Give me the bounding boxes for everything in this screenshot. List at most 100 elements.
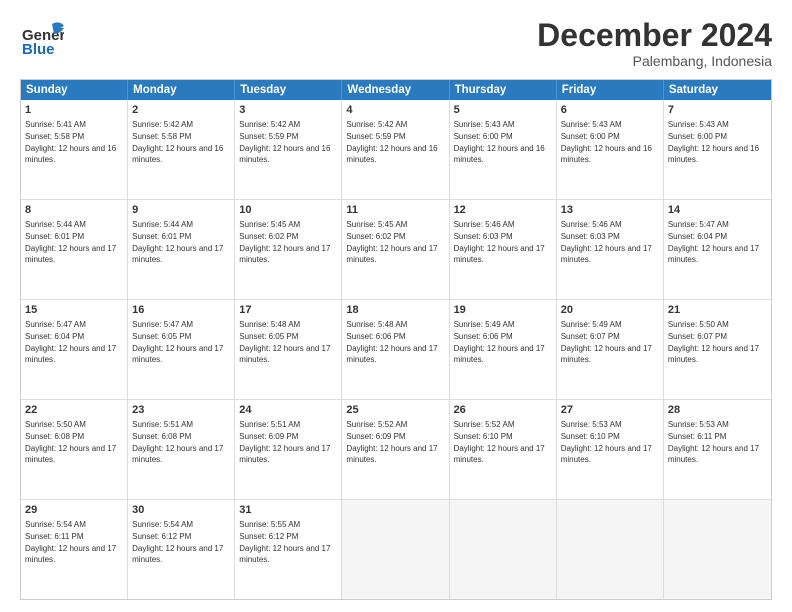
calendar-cell: 18Sunrise: 5:48 AM Sunset: 6:06 PM Dayli… bbox=[342, 300, 449, 399]
cell-info: Sunrise: 5:42 AM Sunset: 5:59 PM Dayligh… bbox=[346, 120, 437, 164]
weekday-header-tuesday: Tuesday bbox=[235, 80, 342, 100]
calendar-cell: 3Sunrise: 5:42 AM Sunset: 5:59 PM Daylig… bbox=[235, 100, 342, 199]
calendar-cell: 23Sunrise: 5:51 AM Sunset: 6:08 PM Dayli… bbox=[128, 400, 235, 499]
cell-info: Sunrise: 5:55 AM Sunset: 6:12 PM Dayligh… bbox=[239, 520, 330, 564]
day-number: 31 bbox=[239, 503, 337, 518]
calendar-week-2: 8 Sunrise: 5:44 AM Sunset: 6:01 PM Daylig… bbox=[21, 199, 771, 299]
logo: General Blue bbox=[20, 18, 64, 67]
day-number: 10 bbox=[239, 203, 337, 218]
month-title: December 2024 bbox=[537, 18, 772, 53]
day-number: 21 bbox=[668, 303, 767, 318]
day-number: 12 bbox=[454, 203, 552, 218]
day-number: 28 bbox=[668, 403, 767, 418]
calendar-cell bbox=[664, 500, 771, 599]
calendar-cell: 4 Sunrise: 5:42 AM Sunset: 5:59 PM Daylig… bbox=[342, 100, 449, 199]
weekday-header-wednesday: Wednesday bbox=[342, 80, 449, 100]
calendar-cell: 22 Sunrise: 5:50 AM Sunset: 6:08 PM Dayli… bbox=[21, 400, 128, 499]
day-number: 29 bbox=[25, 503, 123, 518]
calendar-cell: 12Sunrise: 5:46 AM Sunset: 6:03 PM Dayli… bbox=[450, 200, 557, 299]
calendar-cell: 28Sunrise: 5:53 AM Sunset: 6:11 PM Dayli… bbox=[664, 400, 771, 499]
cell-info: Sunrise: 5:44 AM Sunset: 6:01 PM Dayligh… bbox=[132, 220, 223, 264]
cell-info: Sunrise: 5:45 AM Sunset: 6:02 PM Dayligh… bbox=[346, 220, 437, 264]
cell-info: Sunrise: 5:47 AM Sunset: 6:04 PM Dayligh… bbox=[25, 320, 116, 364]
calendar-cell: 24Sunrise: 5:51 AM Sunset: 6:09 PM Dayli… bbox=[235, 400, 342, 499]
weekday-header-monday: Monday bbox=[128, 80, 235, 100]
calendar-cell: 31 Sunrise: 5:55 AM Sunset: 6:12 PM Dayli… bbox=[235, 500, 342, 599]
calendar-page: General Blue December 2024 Palembang, In… bbox=[0, 0, 792, 612]
weekday-header-sunday: Sunday bbox=[21, 80, 128, 100]
cell-info: Sunrise: 5:43 AM Sunset: 6:00 PM Dayligh… bbox=[454, 120, 545, 164]
calendar-cell: 8 Sunrise: 5:44 AM Sunset: 6:01 PM Daylig… bbox=[21, 200, 128, 299]
day-number: 1 bbox=[25, 103, 123, 118]
day-number: 8 bbox=[25, 203, 123, 218]
calendar-cell: 21 Sunrise: 5:50 AM Sunset: 6:07 PM Dayli… bbox=[664, 300, 771, 399]
cell-info: Sunrise: 5:48 AM Sunset: 6:05 PM Dayligh… bbox=[239, 320, 330, 364]
weekday-header-saturday: Saturday bbox=[664, 80, 771, 100]
calendar-cell bbox=[342, 500, 449, 599]
calendar: SundayMondayTuesdayWednesdayThursdayFrid… bbox=[20, 79, 772, 600]
calendar-cell: 6Sunrise: 5:43 AM Sunset: 6:00 PM Daylig… bbox=[557, 100, 664, 199]
calendar-cell: 29 Sunrise: 5:54 AM Sunset: 6:11 PM Dayli… bbox=[21, 500, 128, 599]
calendar-cell: 27Sunrise: 5:53 AM Sunset: 6:10 PM Dayli… bbox=[557, 400, 664, 499]
day-number: 27 bbox=[561, 403, 659, 418]
logo-icon: General Blue bbox=[20, 18, 64, 62]
calendar-cell: 26 Sunrise: 5:52 AM Sunset: 6:10 PM Dayli… bbox=[450, 400, 557, 499]
cell-info: Sunrise: 5:51 AM Sunset: 6:08 PM Dayligh… bbox=[132, 420, 223, 464]
day-number: 22 bbox=[25, 403, 123, 418]
day-number: 16 bbox=[132, 303, 230, 318]
calendar-cell: 17 Sunrise: 5:48 AM Sunset: 6:05 PM Dayli… bbox=[235, 300, 342, 399]
day-number: 2 bbox=[132, 103, 230, 118]
calendar-body: 1 Sunrise: 5:41 AM Sunset: 5:58 PM Daylig… bbox=[21, 100, 771, 599]
day-number: 13 bbox=[561, 203, 659, 218]
calendar-cell: 20 Sunrise: 5:49 AM Sunset: 6:07 PM Dayli… bbox=[557, 300, 664, 399]
weekday-header-friday: Friday bbox=[557, 80, 664, 100]
day-number: 17 bbox=[239, 303, 337, 318]
calendar-cell: 2Sunrise: 5:42 AM Sunset: 5:58 PM Daylig… bbox=[128, 100, 235, 199]
day-number: 4 bbox=[346, 103, 444, 118]
day-number: 14 bbox=[668, 203, 767, 218]
cell-info: Sunrise: 5:41 AM Sunset: 5:58 PM Dayligh… bbox=[25, 120, 116, 164]
calendar-cell: 25 Sunrise: 5:52 AM Sunset: 6:09 PM Dayli… bbox=[342, 400, 449, 499]
day-number: 24 bbox=[239, 403, 337, 418]
day-number: 20 bbox=[561, 303, 659, 318]
cell-info: Sunrise: 5:49 AM Sunset: 6:06 PM Dayligh… bbox=[454, 320, 545, 364]
day-number: 15 bbox=[25, 303, 123, 318]
day-number: 30 bbox=[132, 503, 230, 518]
calendar-cell: 10 Sunrise: 5:45 AM Sunset: 6:02 PM Dayli… bbox=[235, 200, 342, 299]
calendar-cell: 7 Sunrise: 5:43 AM Sunset: 6:00 PM Daylig… bbox=[664, 100, 771, 199]
calendar-cell: 5 Sunrise: 5:43 AM Sunset: 6:00 PM Daylig… bbox=[450, 100, 557, 199]
day-number: 9 bbox=[132, 203, 230, 218]
calendar-cell: 9 Sunrise: 5:44 AM Sunset: 6:01 PM Daylig… bbox=[128, 200, 235, 299]
cell-info: Sunrise: 5:45 AM Sunset: 6:02 PM Dayligh… bbox=[239, 220, 330, 264]
day-number: 7 bbox=[668, 103, 767, 118]
cell-info: Sunrise: 5:54 AM Sunset: 6:11 PM Dayligh… bbox=[25, 520, 116, 564]
day-number: 18 bbox=[346, 303, 444, 318]
calendar-cell: 19 Sunrise: 5:49 AM Sunset: 6:06 PM Dayli… bbox=[450, 300, 557, 399]
calendar-cell: 15 Sunrise: 5:47 AM Sunset: 6:04 PM Dayli… bbox=[21, 300, 128, 399]
calendar-header: SundayMondayTuesdayWednesdayThursdayFrid… bbox=[21, 80, 771, 100]
calendar-week-1: 1 Sunrise: 5:41 AM Sunset: 5:58 PM Daylig… bbox=[21, 100, 771, 199]
cell-info: Sunrise: 5:49 AM Sunset: 6:07 PM Dayligh… bbox=[561, 320, 652, 364]
cell-info: Sunrise: 5:43 AM Sunset: 6:00 PM Dayligh… bbox=[668, 120, 759, 164]
weekday-header-thursday: Thursday bbox=[450, 80, 557, 100]
cell-info: Sunrise: 5:47 AM Sunset: 6:05 PM Dayligh… bbox=[132, 320, 223, 364]
calendar-cell: 16 Sunrise: 5:47 AM Sunset: 6:05 PM Dayli… bbox=[128, 300, 235, 399]
cell-info: Sunrise: 5:50 AM Sunset: 6:07 PM Dayligh… bbox=[668, 320, 759, 364]
calendar-cell: 14Sunrise: 5:47 AM Sunset: 6:04 PM Dayli… bbox=[664, 200, 771, 299]
calendar-week-3: 15 Sunrise: 5:47 AM Sunset: 6:04 PM Dayli… bbox=[21, 299, 771, 399]
day-number: 19 bbox=[454, 303, 552, 318]
page-header: General Blue December 2024 Palembang, In… bbox=[20, 18, 772, 69]
cell-info: Sunrise: 5:52 AM Sunset: 6:09 PM Dayligh… bbox=[346, 420, 437, 464]
title-block: December 2024 Palembang, Indonesia bbox=[537, 18, 772, 69]
day-number: 5 bbox=[454, 103, 552, 118]
cell-info: Sunrise: 5:50 AM Sunset: 6:08 PM Dayligh… bbox=[25, 420, 116, 464]
calendar-week-4: 22 Sunrise: 5:50 AM Sunset: 6:08 PM Dayli… bbox=[21, 399, 771, 499]
location: Palembang, Indonesia bbox=[537, 53, 772, 69]
cell-info: Sunrise: 5:44 AM Sunset: 6:01 PM Dayligh… bbox=[25, 220, 116, 264]
day-number: 25 bbox=[346, 403, 444, 418]
day-number: 3 bbox=[239, 103, 337, 118]
day-number: 26 bbox=[454, 403, 552, 418]
calendar-week-5: 29 Sunrise: 5:54 AM Sunset: 6:11 PM Dayli… bbox=[21, 499, 771, 599]
calendar-cell: 11Sunrise: 5:45 AM Sunset: 6:02 PM Dayli… bbox=[342, 200, 449, 299]
cell-info: Sunrise: 5:52 AM Sunset: 6:10 PM Dayligh… bbox=[454, 420, 545, 464]
